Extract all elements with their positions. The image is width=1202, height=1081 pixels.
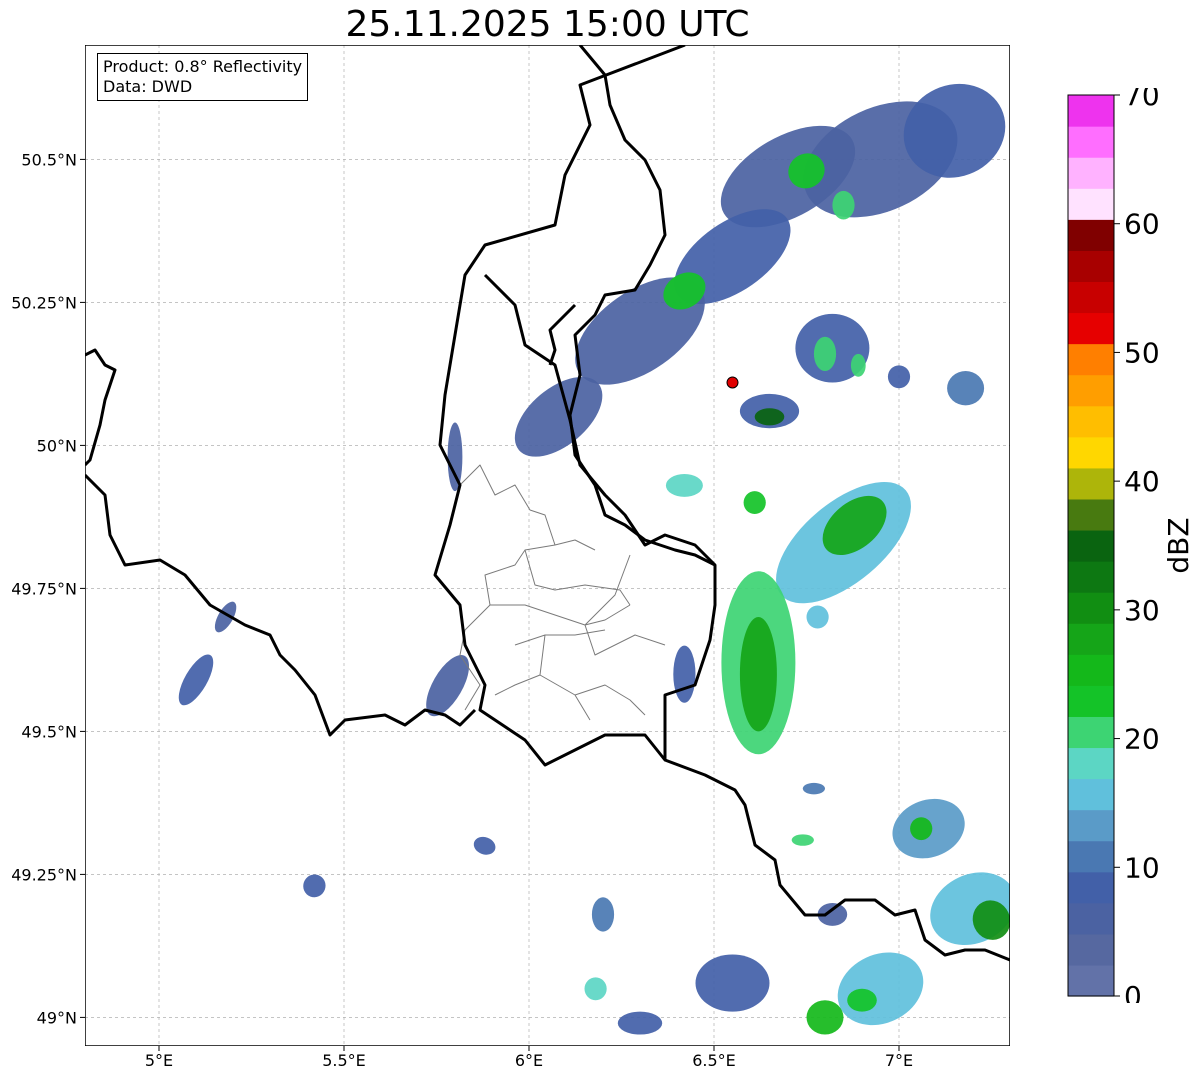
colorbar-cell-11 [1068,623,1114,655]
lon-tick-label-3: 6.5°E [692,1051,736,1070]
lat-tick-label-4: 50°N [37,436,77,455]
echo-cell-36 [695,954,770,1012]
colorbar-cell-24 [1068,219,1114,251]
echo-cell-11 [850,353,866,377]
lat-tick-label-1: 49.25°N [11,865,77,884]
colorbar-cells [1068,95,1114,997]
colorbar-cell-10 [1068,654,1114,686]
colorbar-cell-6 [1068,778,1114,811]
colorbar-tick-label-3: 30 [1124,594,1160,627]
colorbar-tick-label-6: 60 [1124,208,1160,241]
lon-tick-label-2: 6°E [515,1051,543,1070]
lat-tick-label-0: 49°N [37,1008,77,1027]
lat-tick-label-2: 49.5°N [21,722,77,741]
echo-cell-17 [743,491,766,515]
echo-cell-41 [802,782,826,795]
colorbar-tick-label-7: 70 [1124,88,1160,112]
radar-site-marker[interactable] [726,376,739,389]
echo-cell-39 [617,1011,663,1035]
colorbar-cell-18 [1068,405,1114,438]
colorbar-cell-26 [1068,157,1114,189]
colorbar-tick-label-0: 0 [1124,980,1142,1003]
colorbar-cell-25 [1068,188,1114,220]
colorbar-cell-4 [1068,840,1114,873]
colorbar-cell-8 [1068,716,1114,749]
map-title: 25.11.2025 15:00 UTC [345,4,750,45]
colorbar-label: dBZ [1162,517,1195,573]
echo-cell-15 [947,371,985,406]
echo-cell-21 [739,617,777,732]
colorbar-tick-label-1: 10 [1124,851,1160,884]
colorbar-tick-label-2: 20 [1124,723,1160,756]
colorbar-cell-12 [1068,592,1114,624]
colorbar-ticks: 0 10 20 30 40 50 60 70 [1114,88,1160,1003]
echo-cell-35 [806,1000,844,1035]
echo-cell-13 [754,408,785,426]
colorbar-cell-3 [1068,871,1114,904]
echo-cell-34 [847,988,877,1012]
echo-cell-16 [665,474,703,497]
lon-tick-label-0: 5°E [145,1051,173,1070]
colorbar-cell-21 [1068,312,1114,345]
colorbar-cell-17 [1068,436,1114,469]
echo-cell-43 [806,605,829,629]
colorbar-cell-15 [1068,498,1114,531]
echo-cell-8 [832,190,855,220]
lat-tick-label-6: 50.5°N [21,150,77,169]
colorbar-cell-0 [1068,964,1114,997]
radar-map[interactable] [85,45,1010,1046]
lon-tick-label-1: 5.5°E [322,1051,366,1070]
colorbar-cell-1 [1068,933,1114,966]
colorbar-cell-20 [1068,343,1114,376]
colorbar-tick-label-4: 40 [1124,465,1160,498]
colorbar: 0 10 20 30 40 50 60 70 dBZ [1067,88,1195,1003]
colorbar-cell-16 [1068,467,1114,500]
colorbar-cell-5 [1068,809,1114,842]
lat-tick-label-5: 50.25°N [11,293,77,312]
colorbar-cell-28 [1068,95,1114,127]
echo-cell-10 [813,336,837,372]
product-info-box: Product: 0.8° Reflectivity Data: DWD [97,53,309,101]
data-source-text: Data: DWD [103,77,193,96]
echo-cell-30 [910,817,933,841]
colorbar-cell-9 [1068,685,1114,717]
colorbar-cell-23 [1068,250,1114,283]
echo-cell-40 [791,834,814,846]
colorbar-cell-22 [1068,281,1114,314]
echo-cell-14 [887,365,911,389]
echo-cell-37 [591,897,615,932]
lon-tick-label-4: 7°E [885,1051,913,1070]
colorbar-cell-27 [1068,126,1114,158]
echo-cell-22 [673,645,696,703]
colorbar-tick-label-5: 50 [1124,336,1160,369]
colorbar-cell-13 [1068,561,1114,593]
colorbar-cell-19 [1068,374,1114,407]
echo-cell-38 [584,977,607,1001]
colorbar-cell-2 [1068,902,1114,935]
colorbar-cell-14 [1068,529,1114,562]
colorbar-cell-7 [1068,747,1114,780]
echo-cell-26 [447,422,463,492]
lat-tick-label-3: 49.75°N [11,579,77,598]
product-text: Product: 0.8° Reflectivity [103,57,303,76]
